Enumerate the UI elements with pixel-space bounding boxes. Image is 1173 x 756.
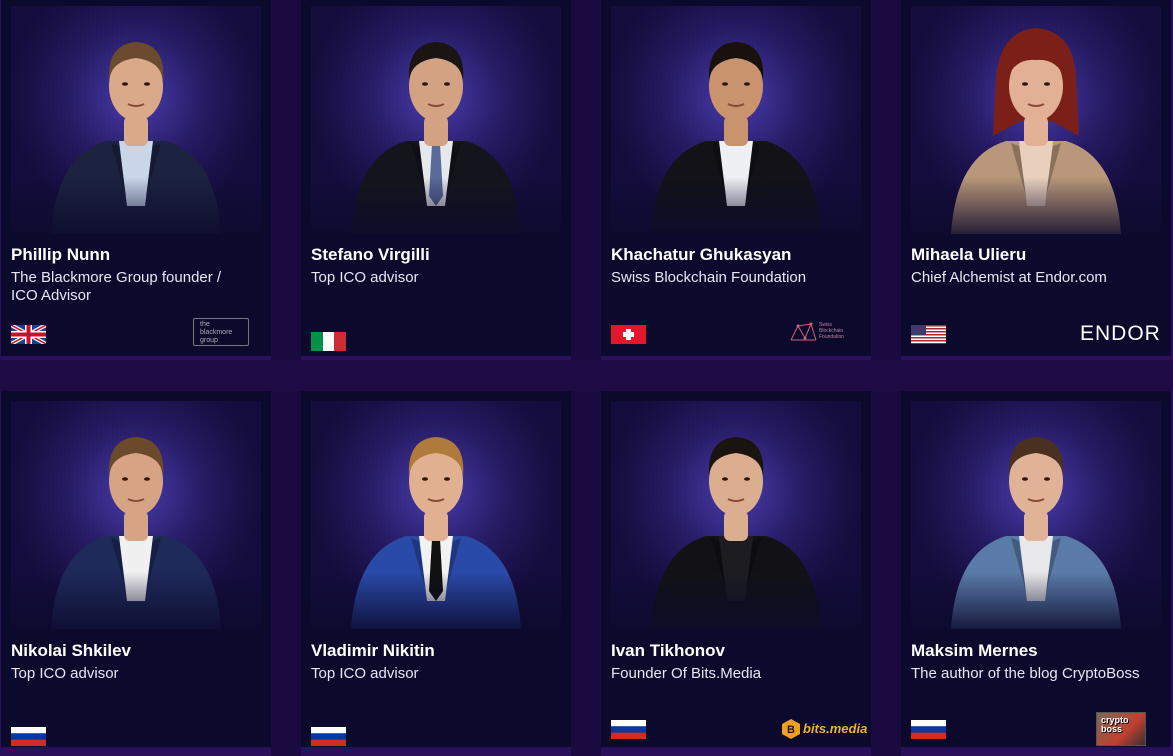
advisor-role: Swiss Blockchain Foundation: [611, 269, 807, 286]
advisor-role: The author of the blog CryptoBoss: [911, 665, 1140, 682]
portrait-illustration: [311, 401, 561, 629]
advisor-photo: [611, 6, 861, 234]
advisor-card[interactable]: Khachatur Ghukasyan Swiss Blockchain Fou…: [601, 0, 871, 356]
advisor-name: Stefano Virgilli: [311, 245, 430, 264]
advisor-photo: [11, 6, 261, 234]
usa-flag-icon: [911, 325, 946, 344]
advisor-role: Top ICO advisor: [311, 665, 419, 682]
advisor-name: Maksim Mernes: [911, 641, 1038, 660]
russia-flag-icon: [611, 720, 646, 739]
bits-media-logo: B bits.media: [781, 718, 867, 740]
advisor-card[interactable]: Nikolai Shkilev Top ICO advisor: [1, 391, 271, 747]
portrait-illustration: [911, 6, 1161, 234]
row-divider: [0, 360, 1173, 391]
advisor-name: Phillip Nunn: [11, 245, 111, 264]
bitcoin-icon: B: [782, 719, 800, 739]
svg-text:B: B: [787, 724, 795, 736]
advisor-photo: [911, 401, 1161, 629]
advisor-card[interactable]: Mihaela Ulieru Chief Alchemist at Endor.…: [901, 0, 1171, 356]
advisor-photo: [11, 401, 261, 629]
switzerland-flag-icon: [611, 325, 646, 344]
portrait-illustration: [611, 401, 861, 629]
advisor-photo: [611, 401, 861, 629]
advisor-role: Founder Of Bits.Media: [611, 665, 762, 682]
cryptoboss-logo: crypto boss: [1096, 712, 1146, 746]
portrait-illustration: [311, 6, 561, 234]
advisor-card[interactable]: Vladimir Nikitin Top ICO advisor: [301, 391, 571, 747]
advisor-role: Chief Alchemist at Endor.com: [911, 269, 1107, 286]
endor-logo: ENDOR: [1080, 322, 1161, 345]
advisor-role: The Blackmore Group founder / ICO Adviso…: [11, 269, 222, 304]
advisor-name: Mihaela Ulieru: [911, 245, 1027, 264]
advisor-name: Vladimir Nikitin: [311, 641, 435, 660]
russia-flag-icon: [911, 720, 946, 739]
russia-flag-icon: [311, 727, 346, 746]
advisor-card[interactable]: Ivan Tikhonov Founder Of Bits.Media B bi…: [601, 391, 871, 747]
network-icon: [790, 322, 817, 341]
italy-flag-icon: [311, 332, 346, 351]
advisor-card[interactable]: Maksim Mernes The author of the blog Cry…: [901, 391, 1171, 747]
advisor-role: Top ICO advisor: [311, 269, 419, 286]
advisor-name: Khachatur Ghukasyan: [611, 245, 792, 264]
advisor-role: Top ICO advisor: [11, 665, 119, 682]
advisor-name: Ivan Tikhonov: [611, 641, 725, 660]
swiss-blockchain-logo: Swiss Blockchain Foundation: [789, 320, 851, 344]
portrait-illustration: [611, 6, 861, 234]
advisor-card[interactable]: Phillip Nunn The Blackmore Group founder…: [1, 0, 271, 356]
advisor-photo: [311, 6, 561, 234]
advisor-name: Nikolai Shkilev: [11, 641, 131, 660]
advisor-photo: [311, 401, 561, 629]
uk-flag-icon: [11, 325, 46, 344]
portrait-illustration: [11, 401, 261, 629]
portrait-illustration: [11, 6, 261, 234]
portrait-illustration: [911, 401, 1161, 629]
advisor-card[interactable]: Stefano Virgilli Top ICO advisor: [301, 0, 571, 356]
russia-flag-icon: [11, 727, 46, 746]
blackmore-logo: the blackmore group: [193, 318, 249, 346]
advisor-photo: [911, 6, 1161, 234]
